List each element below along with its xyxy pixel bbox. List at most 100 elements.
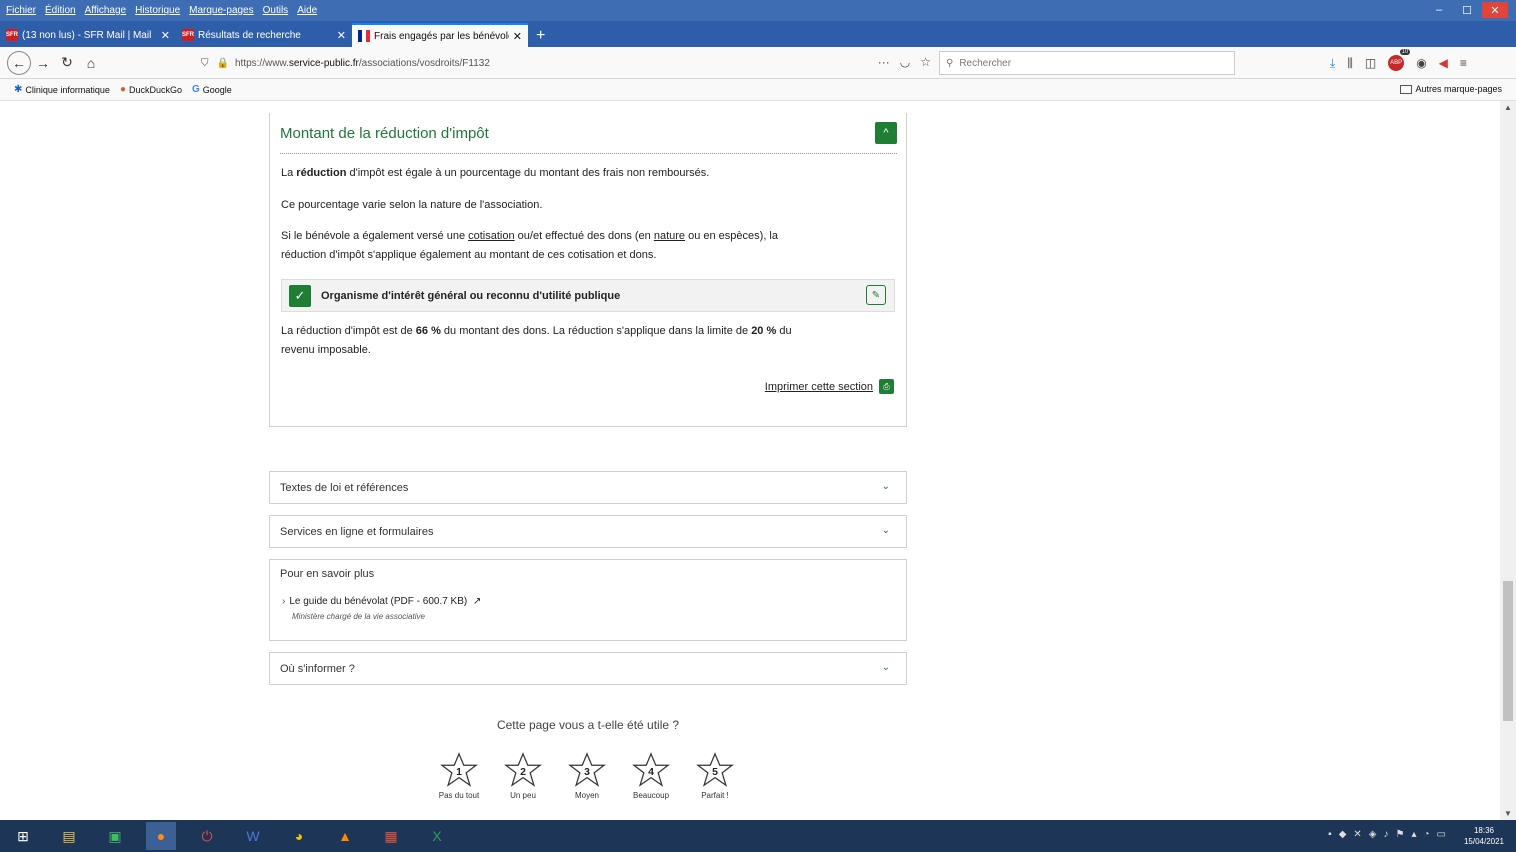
svg-text:4: 4 [648,767,654,778]
close-window-button[interactable]: ✕ [1482,2,1508,18]
star-icon: 1 [440,752,478,787]
rating-star-5[interactable]: 5 Parfait ! [689,751,741,800]
app-icon[interactable]: ▦ [376,822,406,850]
menu-fichier[interactable]: Fichier [6,5,36,16]
scroll-down-icon[interactable]: ▼ [1504,809,1512,818]
url-bar[interactable]: ⛉ 🔒 https://www.service-public.fr/associ… [201,51,931,75]
collapse-button[interactable]: ^ [875,122,897,144]
edit-button[interactable]: ✎ [866,285,886,305]
bookmark-duckduckgo[interactable]: ● DuckDuckGo [120,84,182,95]
pocket-icon[interactable]: ◡ [900,55,910,69]
volume-icon[interactable]: ♪ [1384,829,1389,840]
bookmark-clinique[interactable]: ✱ Clinique informatique [14,84,110,95]
tab-sfr-mail[interactable]: SFR (13 non lus) - SFR Mail | Mail ✕ [0,23,176,47]
other-bookmarks[interactable]: Autres marque-pages [1400,84,1502,94]
back-button[interactable]: ← [7,50,31,75]
notification-icon[interactable]: ▭ [1437,829,1446,840]
rating-star-2[interactable]: 2 Un peu [497,751,549,800]
star-icon: 5 [696,752,734,787]
cotisation-link[interactable]: cotisation [468,230,514,242]
url-actions: ··· ◡ ☆ [878,55,931,69]
system-clock[interactable]: 18:36 15/04/2021 [1464,825,1504,847]
vertical-scrollbar[interactable]: ▲ ▼ [1500,101,1516,820]
star-icon: 2 [504,752,542,787]
excel-icon[interactable]: X [422,822,452,850]
menu-edition[interactable]: Édition [45,5,76,16]
new-tab-button[interactable]: + [536,25,545,47]
close-tab-icon[interactable]: ✕ [337,29,346,42]
network-icon[interactable]: ◔ [1424,829,1430,840]
rating-star-3[interactable]: 3 Moyen [561,751,613,800]
vlc-icon[interactable]: ▲ [330,822,360,850]
scrollbar-thumb[interactable] [1503,581,1513,721]
lock-icon[interactable]: 🔒 [217,58,229,69]
clock-time: 18:36 [1473,826,1494,835]
chrome-icon[interactable]: ◕ [284,822,314,850]
menu-marque-pages[interactable]: Marque-pages [189,5,253,16]
bookmark-label: DuckDuckGo [128,84,182,95]
divider [280,153,897,154]
rating-star-4[interactable]: 4 Beaucoup [625,751,677,800]
accordion-textes-de-loi[interactable]: Textes de loi et références ⌄ [269,471,907,504]
print-label[interactable]: Imprimer cette section [765,381,873,393]
power-app-icon[interactable]: ⏻ [192,822,222,850]
clinique-icon: ✱ [14,84,23,95]
download-icon[interactable]: ⤓ [1330,56,1335,71]
star-icon: 4 [632,752,670,787]
scroll-up-icon[interactable]: ▲ [1504,103,1512,112]
word-icon[interactable]: W [238,822,268,850]
flag-icon[interactable]: ⚑ [1396,829,1405,840]
menu-historique[interactable]: Historique [135,5,180,16]
learn-more-box: Pour en savoir plus › Le guide du bénévol… [269,559,907,641]
close-tab-icon[interactable]: ✕ [513,30,522,43]
url-text[interactable]: https://www.service-public.fr/associatio… [235,58,490,69]
file-explorer-icon[interactable]: ▤ [54,822,84,850]
store-icon[interactable]: ▣ [100,822,130,850]
windows-start-icon[interactable]: ⊞ [8,822,38,850]
library-icon[interactable]: ⫼ [1347,56,1353,71]
bookmark-google[interactable]: G Google [192,84,232,95]
search-input[interactable]: ⚲ Rechercher [939,51,1235,75]
sidebar-icon[interactable]: ◫ [1365,56,1376,70]
nature-link[interactable]: nature [654,230,685,242]
tray-icon[interactable]: ▴ [1411,829,1416,840]
bookmark-label: Clinique informatique [25,84,110,95]
bookmarks-bar: ✱ Clinique informatique ● DuckDuckGo G G… [0,79,1516,101]
print-section-link[interactable]: Imprimer cette section ⎙ [765,379,894,394]
home-button[interactable]: ⌂ [79,51,103,75]
menu-affichage[interactable]: Affichage [85,5,127,16]
menu-outils[interactable]: Outils [263,5,289,16]
reload-button[interactable]: ↻ [55,51,79,75]
firefox-icon[interactable]: ● [146,822,176,850]
chevron-down-icon: ⌄ [881,662,890,673]
tray-icon[interactable]: ▪ [1328,829,1332,840]
search-icon: ⚲ [946,57,954,69]
minimize-button[interactable]: – [1426,2,1452,18]
guide-link[interactable]: › Le guide du bénévolat (PDF - 600.7 KB) … [282,596,481,607]
accordion-label: Textes de loi et références [280,481,409,494]
shield-icon[interactable]: ⛉ [201,58,209,69]
forward-button[interactable]: → [31,51,55,75]
menu-icon[interactable]: ≡ [1460,56,1467,70]
maximize-button[interactable]: ☐ [1454,2,1480,18]
adblock-icon[interactable]: ABP 10 [1388,49,1411,71]
accordion-ou-s-informer[interactable]: Où s'informer ? ⌄ [269,652,907,685]
tab-frais-benevoles[interactable]: Frais engagés par les bénévoles ✕ [352,23,528,47]
rating-star-1[interactable]: 1 Pas du tout [433,751,485,800]
account-icon[interactable]: ◉ [1416,56,1426,70]
bookmark-label: Google [202,84,232,95]
folder-icon [1400,84,1413,94]
tab-search-results[interactable]: SFR Résultats de recherche ✕ [176,23,352,47]
accordion-services-en-ligne[interactable]: Services en ligne et formulaires ⌄ [269,515,907,548]
bookmark-star-icon[interactable]: ☆ [920,55,931,69]
menu-aide[interactable]: Aide [297,5,317,16]
page-actions-icon[interactable]: ··· [878,55,890,69]
tray-icon[interactable]: ✕ [1353,829,1361,840]
tray-icon[interactable]: ◆ [1339,829,1347,840]
extension-icon[interactable]: ◀ [1439,56,1448,70]
close-tab-icon[interactable]: ✕ [161,29,170,42]
printer-icon[interactable]: ⎙ [879,379,894,394]
shield-tray-icon[interactable]: ◈ [1369,829,1377,840]
organization-type-label: Organisme d'intérêt général ou reconnu d… [321,289,621,302]
star-icon: 3 [568,752,606,787]
